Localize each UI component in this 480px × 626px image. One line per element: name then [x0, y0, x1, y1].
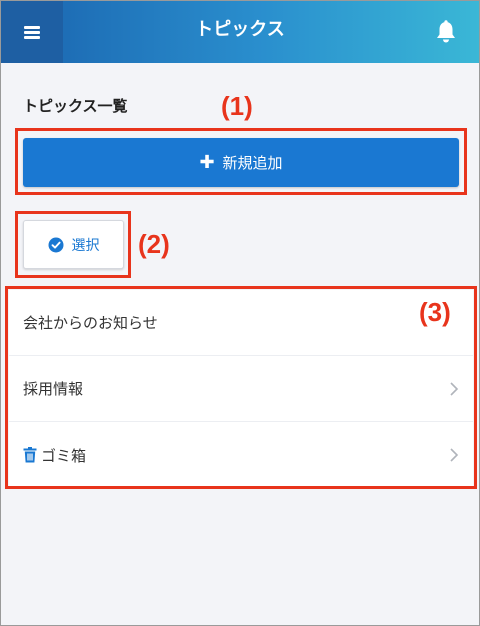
add-new-button[interactable]: ✚ 新規追加	[23, 138, 459, 187]
topic-list: 会社からのお知らせ 採用情報 ゴミ箱	[9, 290, 473, 487]
annotation-label-1: (1)	[221, 91, 253, 121]
list-item-label: 採用情報	[23, 380, 84, 398]
trash-icon	[23, 447, 37, 463]
hamburger-icon	[24, 26, 40, 39]
list-item-label: ゴミ箱	[41, 446, 87, 465]
check-circle-icon	[48, 237, 63, 252]
page-title: トピックス	[195, 19, 285, 40]
list-item-label: 会社からのお知らせ	[23, 314, 158, 332]
bell-icon[interactable]	[435, 20, 457, 44]
select-label: 選択	[71, 237, 100, 254]
list-item-trash[interactable]: ゴミ箱	[9, 422, 473, 488]
list-item-company-news[interactable]: 会社からのお知らせ	[9, 290, 473, 356]
app-header: トピックス	[1, 1, 479, 63]
annotation-label-2: (2)	[138, 229, 170, 259]
chevron-right-icon	[450, 448, 459, 462]
list-item-recruitment[interactable]: 採用情報	[9, 356, 473, 422]
plus-icon: ✚	[199, 151, 215, 173]
menu-button[interactable]	[1, 1, 63, 63]
add-new-label: 新規追加	[222, 154, 283, 172]
annotation-label-3: (3)	[419, 297, 451, 327]
chevron-right-icon	[450, 381, 459, 396]
section-title: トピックス一覧	[23, 97, 128, 115]
select-button[interactable]: 選択	[23, 220, 124, 269]
